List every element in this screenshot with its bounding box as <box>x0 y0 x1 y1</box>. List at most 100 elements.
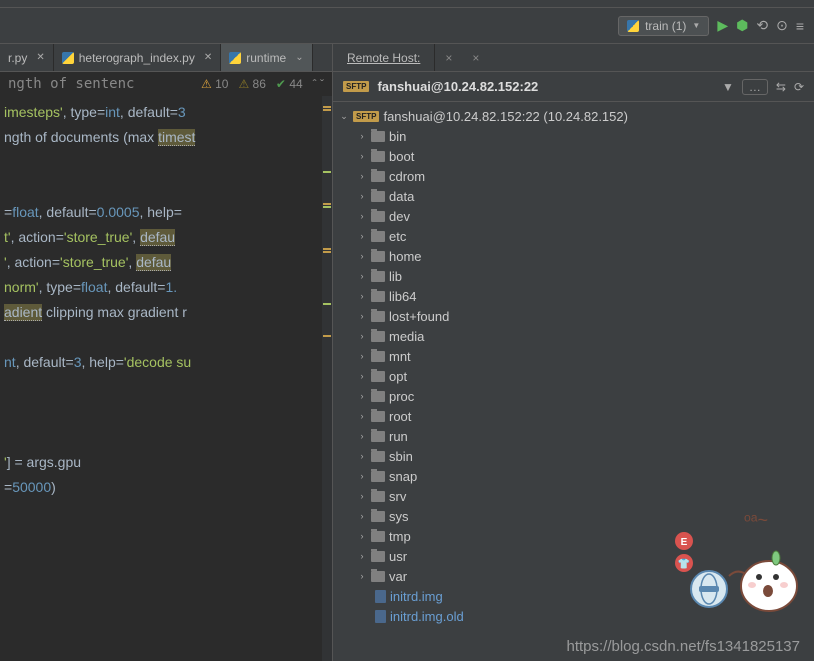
chevron-right-icon: › <box>357 311 367 321</box>
folder-label: snap <box>389 469 417 484</box>
chevron-right-icon: › <box>357 431 367 441</box>
folder-icon <box>371 551 385 562</box>
sync-icon[interactable]: ⇆ <box>776 80 786 94</box>
folder-icon <box>371 131 385 142</box>
remote-host-tab[interactable]: Remote Host: <box>333 44 435 71</box>
file-label: initrd.img.old <box>390 609 464 624</box>
tree-folder-proc[interactable]: ›proc <box>333 386 814 406</box>
tab-heterograph[interactable]: heterograph_index.py ✕ <box>54 44 221 71</box>
chevron-right-icon: › <box>357 571 367 581</box>
typo-count[interactable]: ✔ 44 <box>276 77 303 91</box>
python-icon <box>229 52 241 64</box>
watermark-text: https://blog.csdn.net/fs1341825137 <box>566 638 800 655</box>
more-toolbar-button[interactable]: ≡ <box>796 18 804 34</box>
folder-label: etc <box>389 229 406 244</box>
chevron-right-icon: › <box>357 271 367 281</box>
folder-icon <box>371 191 385 202</box>
tree-root[interactable]: ⌄ SFTP fanshuai@10.24.82.152:22 (10.24.8… <box>333 106 814 126</box>
folder-label: mnt <box>389 349 411 364</box>
folder-label: lib <box>389 269 402 284</box>
tree-folder-dev[interactable]: › dev <box>333 206 814 226</box>
chevron-right-icon: › <box>357 391 367 401</box>
tree-folder-mnt[interactable]: ›mnt <box>333 346 814 366</box>
chevron-right-icon: › <box>357 131 367 141</box>
tree-root-label: fanshuai@10.24.82.152:22 (10.24.82.152) <box>383 109 628 124</box>
tree-folder-boot[interactable]: ›boot <box>333 146 814 166</box>
folder-icon <box>371 371 385 382</box>
tree-folder-cdrom[interactable]: › cdrom <box>333 166 814 186</box>
chevron-right-icon: › <box>357 371 367 381</box>
folder-icon <box>371 471 385 482</box>
folder-icon <box>371 411 385 422</box>
chevron-right-icon: › <box>357 511 367 521</box>
folder-label: dev <box>389 209 410 224</box>
tree-folder-snap[interactable]: ›snap <box>333 466 814 486</box>
folder-icon <box>371 531 385 542</box>
dropdown-arrow-icon: ▼ <box>692 21 700 30</box>
folder-label: root <box>389 409 411 424</box>
tree-folder-sbin[interactable]: ›sbin <box>333 446 814 466</box>
weak-warning-icon: ⚠ <box>238 77 249 91</box>
warning-count[interactable]: ⚠ 10 <box>201 77 228 91</box>
chevron-right-icon: › <box>357 251 367 261</box>
file-icon <box>375 610 386 623</box>
remote-host-tab-label: Remote Host: <box>347 51 420 65</box>
chevron-down-icon: ⌄ <box>339 111 349 122</box>
folder-icon <box>371 231 385 242</box>
run-configuration-selector[interactable]: train (1) ▼ <box>618 16 709 36</box>
tree-folder-media[interactable]: ›media <box>333 326 814 346</box>
tree-folder-lib[interactable]: › lib <box>333 266 814 286</box>
run-button[interactable]: ▶ <box>717 17 728 34</box>
debug-button[interactable]: ⬢ <box>736 17 748 34</box>
inspection-nav[interactable]: ˆ ˇ <box>313 77 324 91</box>
folder-label: srv <box>389 489 406 504</box>
chevron-right-icon: › <box>357 191 367 201</box>
folder-label: sbin <box>389 449 413 464</box>
close-icon[interactable]: × <box>435 51 462 65</box>
tab-label: runtime <box>246 51 286 65</box>
chevron-down-icon[interactable]: ⌄ <box>295 52 303 63</box>
folder-icon <box>371 311 385 322</box>
tree-folder-opt[interactable]: › opt <box>333 366 814 386</box>
folder-label: var <box>389 569 407 584</box>
folder-label: cdrom <box>389 169 425 184</box>
tree-folder-etc[interactable]: › etc <box>333 226 814 246</box>
sftp-icon: SFTP <box>343 81 369 92</box>
tree-folder-lost+found[interactable]: ›lost+found <box>333 306 814 326</box>
chevron-right-icon: › <box>357 171 367 181</box>
folder-icon <box>371 291 385 302</box>
tree-folder-bin[interactable]: › bin <box>333 126 814 146</box>
tree-folder-home[interactable]: ›home <box>333 246 814 266</box>
remote-host-tabs: Remote Host: × × <box>333 44 814 72</box>
folder-icon <box>371 151 385 162</box>
svg-text:ᵒᵃ~: ᵒᵃ~ <box>744 510 768 530</box>
editor-gutter-marks <box>322 96 332 661</box>
refresh-icon[interactable]: ⟳ <box>794 80 804 94</box>
code-editor[interactable]: imesteps', type=int, default=3 ngth of d… <box>0 96 332 661</box>
chevron-right-icon: › <box>357 231 367 241</box>
folder-label: bin <box>389 129 406 144</box>
folder-label: opt <box>389 369 407 384</box>
tree-folder-run[interactable]: ›run <box>333 426 814 446</box>
close-icon[interactable]: ✕ <box>204 52 212 63</box>
tree-folder-data[interactable]: ›data <box>333 186 814 206</box>
coverage-button[interactable]: ⟲ <box>756 17 768 34</box>
close-icon[interactable]: ✕ <box>36 52 44 63</box>
dropdown-arrow-icon[interactable]: ▼ <box>722 80 734 94</box>
folder-icon <box>371 271 385 282</box>
editor-status-row: ngth of sentenc ⚠ 10 ⚠ 86 ✔ 44 ˆ ˇ <box>0 72 332 96</box>
warning-icon: ⚠ <box>201 77 212 91</box>
folder-label: tmp <box>389 529 411 544</box>
tree-folder-lib64[interactable]: ›lib64 <box>333 286 814 306</box>
close-all-icon[interactable]: × <box>462 51 489 65</box>
python-icon <box>62 52 74 64</box>
tab-r-py[interactable]: r.py ✕ <box>0 44 54 71</box>
profile-button[interactable]: ⊙ <box>776 17 788 34</box>
weak-warning-count[interactable]: ⚠ 86 <box>238 77 265 91</box>
tree-folder-root[interactable]: ›root <box>333 406 814 426</box>
tab-runtime[interactable]: runtime ⌄ <box>221 44 312 71</box>
browse-button[interactable]: … <box>742 79 768 95</box>
folder-icon <box>371 491 385 502</box>
chevron-right-icon: › <box>357 211 367 221</box>
window-top-border <box>0 0 814 8</box>
